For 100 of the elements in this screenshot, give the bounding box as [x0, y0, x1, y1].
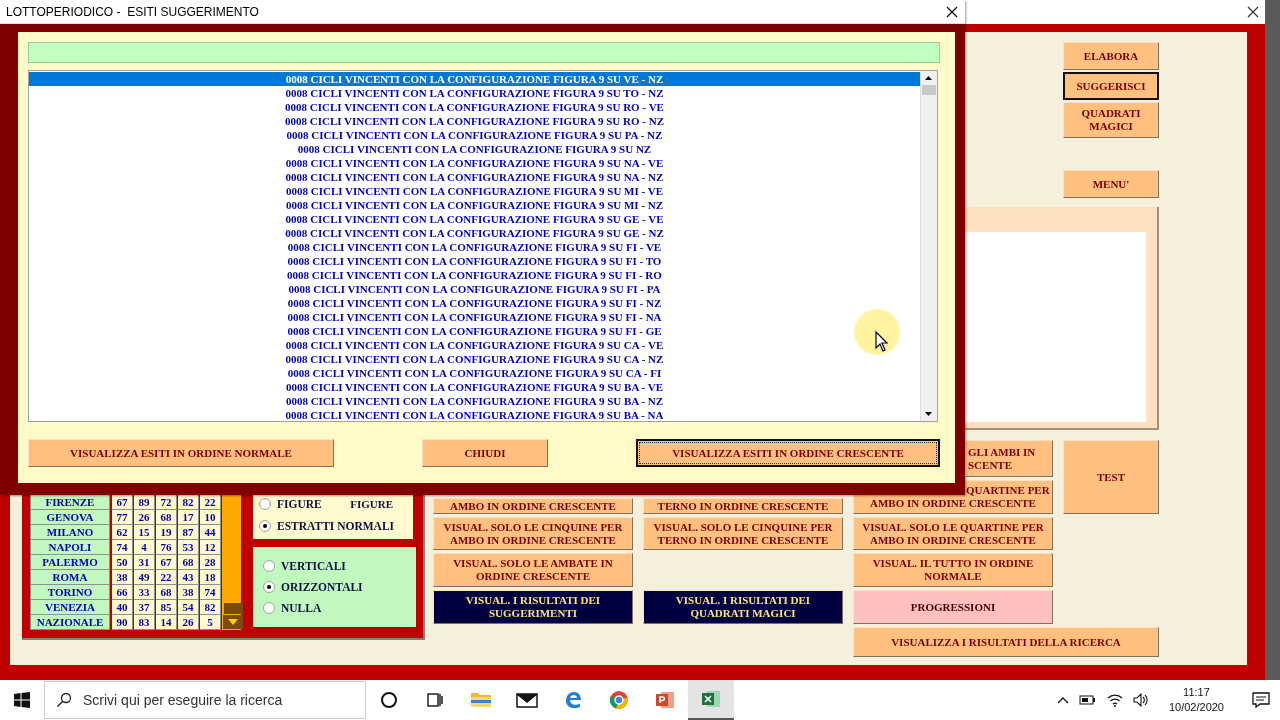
- number-cell: 12: [200, 540, 221, 555]
- number-cell: 49: [134, 570, 155, 585]
- number-cell: 22: [156, 570, 177, 585]
- form-button[interactable]: VISUAL. SOLO LE CINQUINE PER AMBO IN ORDINE CRESCENTE: [433, 517, 633, 550]
- dialog-button[interactable]: VISUALIZZA ESITI IN ORDINE NORMALE: [28, 439, 334, 467]
- scroll-thumb[interactable]: [922, 85, 936, 95]
- windows-start-icon[interactable]: [14, 692, 30, 708]
- list-item[interactable]: 0008 CICLI VINCENTI CON LA CONFIGURAZIONE FIGURA 9 SU FI - RO: [29, 268, 920, 282]
- number-cell: 19: [156, 525, 177, 540]
- city-cell: VENEZIA: [30, 600, 110, 615]
- number-cell: 85: [156, 600, 177, 615]
- list-item[interactable]: 0008 CICLI VINCENTI CON LA CONFIGURAZIONE FIGURA 9 SU TO - NZ: [29, 86, 920, 100]
- number-cell: 40: [112, 600, 133, 615]
- city-cell: TORINO: [30, 585, 110, 600]
- list-item[interactable]: 0008 CICLI VINCENTI CON LA CONFIGURAZIONE FIGURA 9 SU VE - NZ: [29, 72, 920, 86]
- number-cell: 5: [200, 615, 221, 630]
- clock-date[interactable]: 10/02/2020: [1168, 700, 1224, 715]
- number-cell: 68: [178, 555, 199, 570]
- test-button[interactable]: TEST: [1063, 440, 1159, 514]
- list-item[interactable]: 0008 CICLI VINCENTI CON LA CONFIGURAZIONE FIGURA 9 SU BA - NZ: [29, 394, 920, 408]
- number-cell: 50: [112, 555, 133, 570]
- form-button[interactable]: PROGRESSIONI: [853, 590, 1053, 624]
- volume-icon[interactable]: [1132, 693, 1149, 707]
- form-button[interactable]: VISUAL. SOLO LE QUARTINE PER AMBO IN ORDINE CRESCENTE: [853, 517, 1053, 550]
- wifi-icon[interactable]: [1106, 693, 1123, 707]
- form-button[interactable]: SUGGERISCI: [1063, 72, 1159, 100]
- radio-option[interactable]: NULLA: [263, 599, 406, 617]
- list-item[interactable]: 0008 CICLI VINCENTI CON LA CONFIGURAZIONE FIGURA 9 SU FI - VE: [29, 240, 920, 254]
- notifications-icon[interactable]: [1252, 692, 1270, 708]
- list-item[interactable]: 0008 CICLI VINCENTI CON LA CONFIGURAZIONE FIGURA 9 SU CA - VE: [29, 338, 920, 352]
- number-cell: 74: [112, 540, 133, 555]
- list-item[interactable]: 0008 CICLI VINCENTI CON LA CONFIGURAZIONE FIGURA 9 SU RO - NZ: [29, 114, 920, 128]
- number-cell: 33: [134, 585, 155, 600]
- number-cell: 54: [178, 600, 199, 615]
- form-button[interactable]: TERNO IN ORDINE CRESCENTE: [643, 498, 843, 514]
- list-item[interactable]: 0008 CICLI VINCENTI CON LA CONFIGURAZIONE FIGURA 9 SU FI - NA: [29, 310, 920, 324]
- number-cell: 43: [178, 570, 199, 585]
- form-button[interactable]: QUADRATI MAGICI: [1063, 102, 1159, 138]
- form-button[interactable]: VISUAL. SOLO LE AMBATE IN ORDINE CRESCENTE: [433, 553, 633, 587]
- search-results-button[interactable]: VISUALIZZA I RISULTATI DELLA RICERCA: [853, 627, 1159, 657]
- form-button[interactable]: VISUAL. SOLO LE CINQUINE PER TERNO IN ORDINE CRESCENTE: [643, 517, 843, 550]
- form-button[interactable]: ELABORA: [1063, 42, 1159, 70]
- city-cell: NAZIONALE: [30, 615, 110, 630]
- scrollbar[interactable]: [222, 495, 241, 630]
- list-item[interactable]: 0008 CICLI VINCENTI CON LA CONFIGURAZIONE FIGURA 9 SU CA - NZ: [29, 352, 920, 366]
- city-cell: FIRENZE: [30, 495, 110, 510]
- number-cell: 18: [200, 570, 221, 585]
- city-cell: ROMA: [30, 570, 110, 585]
- number-cell: 17: [178, 510, 199, 525]
- number-cell: 44: [200, 525, 221, 540]
- list-item[interactable]: 0008 CICLI VINCENTI CON LA CONFIGURAZIONE FIGURA 9 SU NA - VE: [29, 156, 920, 170]
- form-button[interactable]: GLI AMBI IN SCENTE: [965, 440, 1053, 477]
- close-icon[interactable]: [946, 5, 958, 18]
- list-item[interactable]: 0008 CICLI VINCENTI CON LA CONFIGURAZIONE FIGURA 9 SU FI - TO: [29, 254, 920, 268]
- battery-icon[interactable]: [1078, 693, 1097, 707]
- excel-icon[interactable]: [688, 680, 734, 720]
- list-item[interactable]: 0008 CICLI VINCENTI CON LA CONFIGURAZIONE FIGURA 9 SU RO - VE: [29, 100, 920, 114]
- search-icon: [56, 692, 72, 708]
- window-title: LOTTOPERIODICO - ESITI SUGGERIMENTO: [6, 4, 259, 19]
- list-item[interactable]: 0008 CICLI VINCENTI CON LA CONFIGURAZIONE FIGURA 9 SU BA - VE: [29, 380, 920, 394]
- number-cell: 10: [200, 510, 221, 525]
- clock-time[interactable]: 11:17: [1183, 685, 1210, 700]
- search-field[interactable]: Scrivi qui per eseguire la ricerca: [44, 681, 366, 719]
- number-cell: 72: [156, 495, 177, 510]
- radio-option[interactable]: VERTICALI: [263, 557, 406, 575]
- option-label: FIGURE: [350, 498, 393, 510]
- list-item[interactable]: 0008 CICLI VINCENTI CON LA CONFIGURAZIONE FIGURA 9 SU GE - VE: [29, 212, 920, 226]
- list-item[interactable]: 0008 CICLI VINCENTI CON LA CONFIGURAZIONE FIGURA 9 SU NZ: [29, 142, 920, 156]
- menu-button[interactable]: MENU': [1063, 170, 1159, 198]
- list-item[interactable]: 0008 CICLI VINCENTI CON LA CONFIGURAZIONE FIGURA 9 SU NA - NZ: [29, 170, 920, 184]
- list-item[interactable]: 0008 CICLI VINCENTI CON LA CONFIGURAZIONE FIGURA 9 SU BA - NA: [29, 408, 920, 422]
- list-item[interactable]: 0008 CICLI VINCENTI CON LA CONFIGURAZIONE FIGURA 9 SU MI - NZ: [29, 198, 920, 212]
- radio-option[interactable]: ORIZZONTALI: [263, 578, 406, 596]
- chevron-up-icon[interactable]: [1056, 696, 1069, 704]
- scrollbar[interactable]: [920, 71, 937, 421]
- list-item[interactable]: 0008 CICLI VINCENTI CON LA CONFIGURAZIONE FIGURA 9 SU FI - NZ: [29, 296, 920, 310]
- radio-option[interactable]: FIGURE: [259, 495, 322, 513]
- city-cell: GENOVA: [30, 510, 110, 525]
- close-icon[interactable]: [1247, 6, 1259, 18]
- form-button[interactable]: AMBO IN ORDINE CRESCENTE: [433, 498, 633, 514]
- dialog-button[interactable]: VISUALIZZA ESITI IN ORDINE CRESCENTE: [636, 439, 940, 467]
- number-cell: 62: [112, 525, 133, 540]
- number-cell: 28: [200, 555, 221, 570]
- list-item[interactable]: 0008 CICLI VINCENTI CON LA CONFIGURAZIONE FIGURA 9 SU FI - PA: [29, 282, 920, 296]
- scroll-thumb[interactable]: [224, 603, 243, 614]
- number-cell: 38: [112, 570, 133, 585]
- number-cell: 14: [156, 615, 177, 630]
- list-item[interactable]: 0008 CICLI VINCENTI CON LA CONFIGURAZIONE FIGURA 9 SU CA - FI: [29, 366, 920, 380]
- number-cell: 87: [178, 525, 199, 540]
- list-item[interactable]: 0008 CICLI VINCENTI CON LA CONFIGURAZIONE FIGURA 9 SU MI - VE: [29, 184, 920, 198]
- form-button[interactable]: VISUAL. I RISULTATI DEI SUGGERIMENTI: [433, 590, 633, 624]
- city-cell: MILANO: [30, 525, 110, 540]
- list-item[interactable]: 0008 CICLI VINCENTI CON LA CONFIGURAZIONE FIGURA 9 SU PA - NZ: [29, 128, 920, 142]
- form-button[interactable]: VISUAL. I RISULTATI DEI QUADRATI MAGICI: [643, 590, 843, 624]
- list-item[interactable]: 0008 CICLI VINCENTI CON LA CONFIGURAZIONE FIGURA 9 SU GE - NZ: [29, 226, 920, 240]
- list-item[interactable]: 0008 CICLI VINCENTI CON LA CONFIGURAZIONE FIGURA 9 SU FI - GE: [29, 324, 920, 338]
- form-button[interactable]: VISUAL. IL TUTTO IN ORDINE NORMALE: [853, 553, 1053, 587]
- dialog-button[interactable]: CHIUDI: [422, 439, 548, 467]
- radio-option[interactable]: ESTRATTI NORMALI: [259, 517, 407, 535]
- number-cell: 37: [134, 600, 155, 615]
